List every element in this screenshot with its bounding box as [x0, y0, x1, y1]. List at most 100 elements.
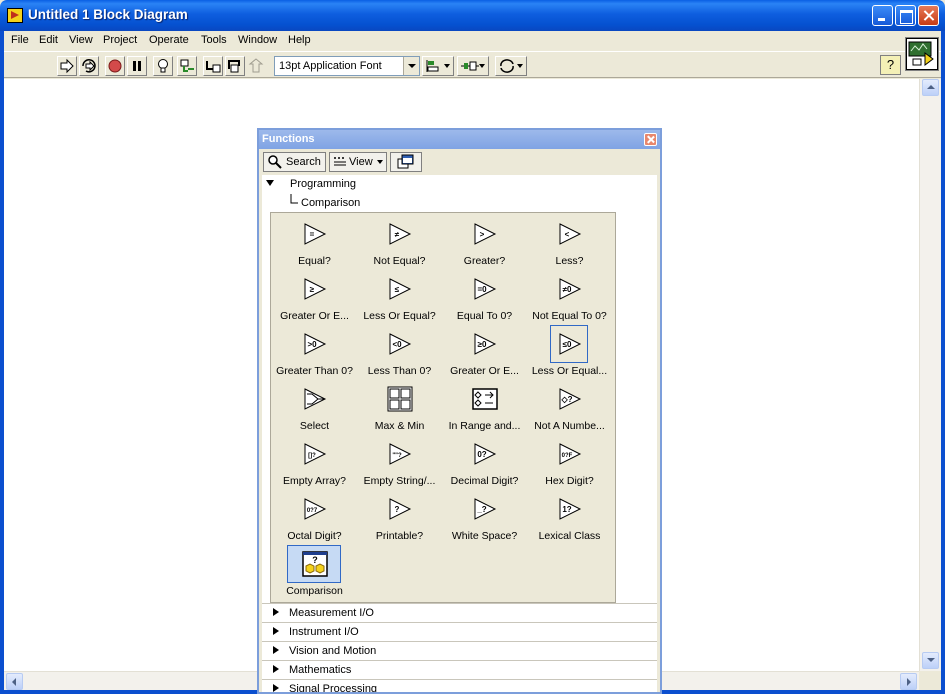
menu-help[interactable]: Help [288, 34, 311, 46]
function-item-label: Greater Or E... [450, 365, 519, 377]
menu-project[interactable]: Project [103, 34, 137, 46]
menu-file[interactable]: File [11, 34, 29, 46]
greater-than-zero-icon: >0 [304, 333, 327, 355]
step-out-icon[interactable] [247, 56, 267, 76]
run-arrow-icon[interactable] [57, 56, 77, 76]
close-button[interactable] [918, 5, 939, 26]
palette-view-label: View [349, 156, 373, 168]
function-item[interactable]: []? Empty Array? [272, 435, 357, 490]
maximize-button[interactable] [895, 5, 916, 26]
svg-text:>: > [480, 230, 485, 239]
svg-text:≠: ≠ [395, 230, 400, 239]
tree-item-programming[interactable]: Programming [262, 175, 657, 193]
equal-icon: = [304, 223, 327, 245]
distribute-objects-dropdown[interactable] [457, 56, 489, 76]
vertical-scrollbar[interactable] [919, 79, 941, 671]
step-over-icon[interactable] [225, 56, 245, 76]
function-item[interactable]: _? White Space? [442, 490, 527, 545]
palette-search-button[interactable]: Search [263, 152, 326, 172]
context-help-icon[interactable]: ? [880, 55, 901, 75]
abort-icon[interactable] [105, 56, 125, 76]
function-item[interactable]: ≤0 Less Or Equal... [527, 325, 612, 380]
function-item[interactable]: Max & Min [357, 380, 442, 435]
function-item[interactable]: ""? Empty String/... [357, 435, 442, 490]
palette-title: Functions [262, 133, 315, 145]
run-continuously-icon[interactable] [79, 56, 99, 76]
expand-right-icon[interactable] [273, 627, 279, 635]
category-mathematics[interactable]: Mathematics [262, 660, 657, 679]
pause-icon[interactable] [127, 56, 147, 76]
functions-palette[interactable]: Functions Search View Programming Compar… [257, 128, 662, 694]
expand-down-icon[interactable] [266, 180, 274, 186]
svg-text:""?: ""? [392, 453, 402, 459]
menu-operate[interactable]: Operate [149, 34, 189, 46]
palette-title-bar[interactable]: Functions [259, 130, 660, 149]
function-item[interactable]: ≠ Not Equal? [357, 215, 442, 270]
menu-bar: File Edit View Project Operate Tools Win… [4, 31, 941, 51]
menu-window[interactable]: Window [238, 34, 277, 46]
labview-app-icon[interactable] [7, 8, 23, 23]
scroll-down-icon[interactable] [922, 652, 939, 669]
function-item[interactable]: ? Comparison [272, 545, 357, 600]
minimize-button[interactable] [872, 5, 893, 26]
scroll-up-icon[interactable] [922, 79, 939, 96]
palette-close-icon[interactable] [644, 133, 657, 146]
retain-wire-values-icon[interactable] [177, 56, 197, 76]
expand-right-icon[interactable] [273, 646, 279, 654]
category-instrument-io[interactable]: Instrument I/O [262, 622, 657, 641]
category-signal-processing[interactable]: Signal Processing [262, 679, 657, 694]
svg-text:_?: _? [476, 505, 486, 514]
text-settings-dropdown[interactable]: 13pt Application Font [274, 56, 420, 76]
function-item[interactable]: < Less? [527, 215, 612, 270]
align-objects-dropdown[interactable] [422, 56, 454, 76]
step-into-icon[interactable] [203, 56, 223, 76]
function-item[interactable]: > Greater? [442, 215, 527, 270]
category-vision-and-motion[interactable]: Vision and Motion [262, 641, 657, 660]
vi-icon[interactable] [905, 37, 939, 71]
highlight-execution-icon[interactable] [153, 56, 173, 76]
window-frame-right [941, 31, 945, 694]
function-item[interactable]: 0?7 Octal Digit? [272, 490, 357, 545]
title-bar[interactable]: Untitled 1 Block Diagram [0, 0, 945, 31]
expand-right-icon[interactable] [273, 608, 279, 616]
function-item[interactable]: 1? Lexical Class [527, 490, 612, 545]
palette-restore-button[interactable] [390, 152, 422, 172]
category-measurement-io[interactable]: Measurement I/O [262, 603, 657, 622]
function-item[interactable]: <0 Less Than 0? [357, 325, 442, 380]
function-item[interactable]: ? Printable? [357, 490, 442, 545]
menu-view[interactable]: View [69, 34, 93, 46]
function-item[interactable]: ◇? Not A Numbe... [527, 380, 612, 435]
svg-text:0?F: 0?F [562, 453, 573, 459]
function-item-label: Not Equal? [373, 255, 426, 267]
function-item[interactable]: =0 Equal To 0? [442, 270, 527, 325]
expand-right-icon[interactable] [273, 665, 279, 673]
function-item[interactable]: ≥0 Greater Or E... [442, 325, 527, 380]
function-item[interactable]: = Equal? [272, 215, 357, 270]
function-item[interactable]: ≤ Less Or Equal? [357, 270, 442, 325]
chevron-down-icon[interactable] [403, 57, 419, 75]
function-item[interactable]: 0? Decimal Digit? [442, 435, 527, 490]
menu-tools[interactable]: Tools [201, 34, 227, 46]
function-item[interactable]: 0?F Hex Digit? [527, 435, 612, 490]
category-label: Signal Processing [289, 683, 378, 694]
max-min-icon [387, 386, 413, 412]
tree-item-comparison-label: Comparison [301, 197, 361, 209]
greater-or-equal-zero-icon: ≥0 [474, 333, 497, 355]
function-item-label: In Range and... [448, 420, 521, 432]
palette-view-button[interactable]: View [329, 152, 387, 172]
function-item[interactable]: ≥ Greater Or E... [272, 270, 357, 325]
menu-edit[interactable]: Edit [39, 34, 58, 46]
not-equal-to-zero-icon: ≠0 [559, 278, 582, 300]
tree-item-comparison[interactable]: Comparison [262, 194, 657, 212]
function-item[interactable]: ≠0 Not Equal To 0? [527, 270, 612, 325]
scroll-left-icon[interactable] [6, 673, 23, 690]
expand-right-icon[interactable] [273, 684, 279, 692]
scroll-right-icon[interactable] [900, 673, 917, 690]
reorder-dropdown[interactable] [495, 56, 527, 76]
less-or-equal-icon: ≤ [389, 278, 412, 300]
palette-tree: Programming Comparison = Equal? ≠ Not Equal… [262, 175, 657, 694]
greater-icon: > [474, 223, 497, 245]
function-item[interactable]: Select [272, 380, 357, 435]
function-item[interactable]: >0 Greater Than 0? [272, 325, 357, 380]
function-item[interactable]: In Range and... [442, 380, 527, 435]
